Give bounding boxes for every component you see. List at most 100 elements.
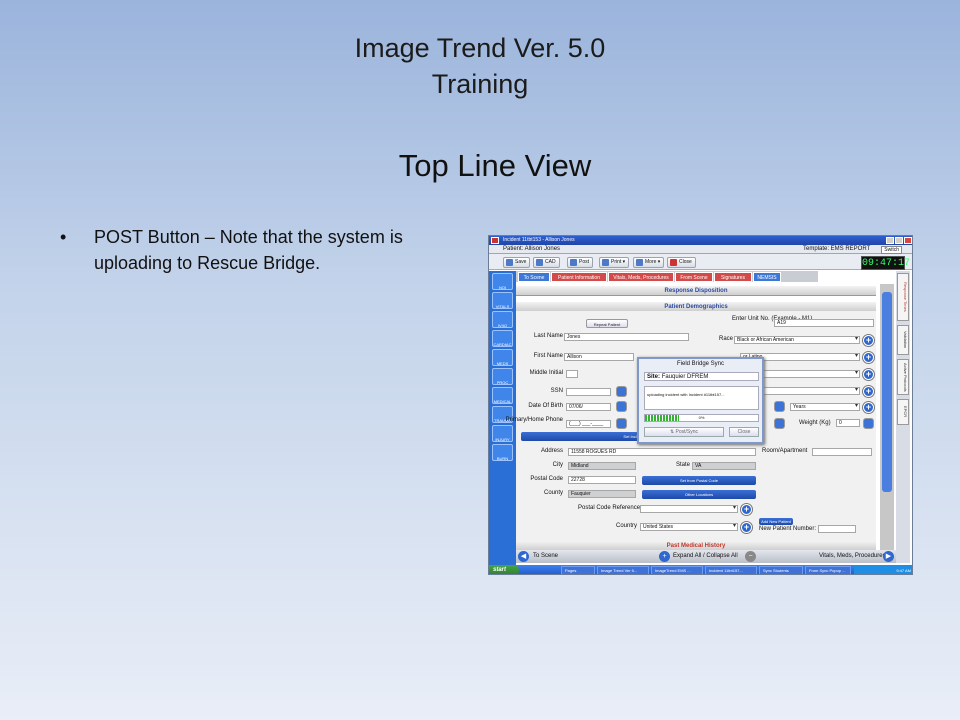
- first-name-label: First Name: [533, 353, 563, 359]
- active-protocols-tab[interactable]: Active Protocols: [897, 359, 909, 395]
- save-icon: [506, 259, 513, 266]
- start-button[interactable]: start: [489, 565, 519, 574]
- postal-code-input[interactable]: 22728: [568, 476, 636, 484]
- minimize-icon[interactable]: [886, 237, 894, 244]
- tab-nemsis[interactable]: NEMSIS: [753, 272, 781, 282]
- phone-icon[interactable]: [616, 418, 627, 429]
- injury-icon[interactable]: INJURY: [492, 425, 513, 442]
- add-new-patient-button[interactable]: Add New Patient: [759, 518, 793, 525]
- burn-icon[interactable]: BURN: [492, 444, 513, 461]
- post-sync-button[interactable]: ⇅ Post/Sync: [644, 427, 724, 437]
- medical-icon[interactable]: MEDICAL: [492, 387, 513, 404]
- taskbar-item-imagetrend[interactable]: ImageTrend EMS ...: [651, 566, 703, 574]
- tab-vitals-meds-procedures[interactable]: Vitals, Meds, Procedures: [608, 272, 674, 282]
- tab-patient-information[interactable]: Patient Information: [551, 272, 607, 282]
- taskbar-item-presentation[interactable]: Image Trend Ver 5...: [597, 566, 649, 574]
- switch-button[interactable]: Switch: [881, 246, 902, 254]
- next-arrow-icon[interactable]: ▶: [883, 551, 894, 562]
- expand-collapse-link[interactable]: Expand All / Collapse All: [673, 550, 738, 563]
- postal-ref-add-icon[interactable]: +: [741, 504, 752, 515]
- room-label: Room/Apartment: [762, 448, 808, 454]
- address-input[interactable]: 11558 ROGUES RD: [568, 448, 756, 456]
- first-name-input[interactable]: Allison: [564, 353, 634, 361]
- taskbar-item-incident[interactable]: Incident 11tbt157...: [705, 566, 757, 574]
- maximize-icon[interactable]: [895, 237, 903, 244]
- weight-icon[interactable]: [774, 418, 785, 429]
- taskbar-item-sync-students[interactable]: Sync Students: [759, 566, 803, 574]
- dob-input[interactable]: 07/06/: [566, 403, 611, 411]
- epcr-tab[interactable]: EPCR: [897, 399, 909, 425]
- room-input[interactable]: [812, 448, 872, 456]
- ssn-input[interactable]: [566, 388, 611, 396]
- save-label: Save: [515, 259, 527, 265]
- county-input[interactable]: Fauquier: [568, 490, 636, 498]
- iv-io-icon[interactable]: IV/IO: [492, 311, 513, 328]
- new-patient-number-input[interactable]: [818, 525, 856, 533]
- validation-tab[interactable]: Validation: [897, 325, 909, 355]
- middle-initial-label: Middle Initial: [529, 370, 563, 376]
- city-input[interactable]: Midland: [568, 462, 636, 470]
- scrollbar-thumb[interactable]: [882, 292, 892, 492]
- more-button[interactable]: More ▾: [633, 257, 665, 268]
- set-incident-button[interactable]: Set Incid: [521, 432, 641, 441]
- close-window-icon[interactable]: [904, 237, 912, 244]
- taskbar-item-sync-popup[interactable]: From Sync Popup ...: [805, 566, 851, 574]
- race-add-icon[interactable]: +: [863, 335, 874, 346]
- app-screenshot: Incident 11tbt153 - Allison Jones Patien…: [488, 235, 913, 575]
- vitals-icon[interactable]: VITALS: [492, 292, 513, 309]
- calendar-icon[interactable]: [616, 401, 627, 412]
- race-select[interactable]: Black or African American: [734, 336, 860, 344]
- more-icon: [636, 259, 643, 266]
- last-name-input[interactable]: Jones: [564, 333, 689, 341]
- site-value: Fauquier DFREM: [661, 374, 709, 380]
- dialog-close-button[interactable]: Close: [729, 427, 759, 437]
- age-units-select[interactable]: Years: [790, 403, 860, 411]
- age-add-icon[interactable]: +: [863, 402, 874, 413]
- post-button[interactable]: Post: [567, 257, 594, 268]
- prev-arrow-icon[interactable]: ◀: [518, 551, 529, 562]
- tab-from-scene[interactable]: From Scene: [675, 272, 713, 282]
- noi-icon[interactable]: NOI: [492, 273, 513, 290]
- age-calc-icon[interactable]: [774, 401, 785, 412]
- middle-initial-input[interactable]: [566, 370, 578, 378]
- ssn-lookup-icon[interactable]: [616, 386, 627, 397]
- taskbar-item-pages[interactable]: Pages: [561, 566, 595, 574]
- procedure-icon[interactable]: PROC: [492, 368, 513, 385]
- collapse-icon[interactable]: −: [745, 551, 756, 562]
- response-times-tab[interactable]: Response Times: [897, 273, 909, 321]
- cardiac-icon[interactable]: CARDIAC: [492, 330, 513, 347]
- weight-input[interactable]: 0: [836, 419, 860, 427]
- vitals-link[interactable]: Vitals, Meds, Procedures: [819, 550, 886, 563]
- set-from-postal-button[interactable]: Set from Postal Code: [642, 476, 756, 485]
- country-add-icon[interactable]: +: [741, 522, 752, 533]
- section-response-disposition[interactable]: Response Disposition: [516, 286, 876, 296]
- print-icon: [602, 259, 609, 266]
- postal-ref-select[interactable]: [640, 505, 738, 513]
- gender-add-icon[interactable]: +: [863, 369, 874, 380]
- post-icon: [570, 259, 577, 266]
- residence-add-icon[interactable]: +: [863, 386, 874, 397]
- other-locations-button[interactable]: Other Locations: [642, 490, 756, 499]
- unit-number-input[interactable]: A19: [774, 319, 874, 327]
- close-label: Close: [679, 259, 692, 265]
- ethnicity-add-icon[interactable]: +: [863, 352, 874, 363]
- weight-calc-icon[interactable]: [863, 418, 874, 429]
- repeat-patient-button[interactable]: Repeat Patient: [586, 319, 628, 328]
- save-button[interactable]: Save: [503, 257, 531, 268]
- expand-icon[interactable]: +: [659, 551, 670, 562]
- phone-input[interactable]: (___) ___-____: [566, 420, 611, 428]
- form-scrollbar[interactable]: [880, 284, 894, 552]
- tab-signatures[interactable]: Signatures: [714, 272, 752, 282]
- close-button[interactable]: Close: [667, 257, 696, 268]
- residence-select[interactable]: [760, 387, 860, 395]
- gender-select[interactable]: [760, 370, 860, 378]
- country-select[interactable]: United States: [640, 523, 738, 531]
- to-scene-link[interactable]: To Scene: [533, 550, 558, 563]
- tab-to-scene[interactable]: To Scene: [518, 272, 550, 282]
- cad-button[interactable]: CAD: [533, 257, 560, 268]
- print-button[interactable]: Print ▾: [599, 257, 630, 268]
- state-input[interactable]: VA: [692, 462, 756, 470]
- race-label: Race: [719, 336, 734, 342]
- slide-title-line1: Image Trend Ver. 5.0: [354, 33, 606, 63]
- meds-icon[interactable]: MEDS: [492, 349, 513, 366]
